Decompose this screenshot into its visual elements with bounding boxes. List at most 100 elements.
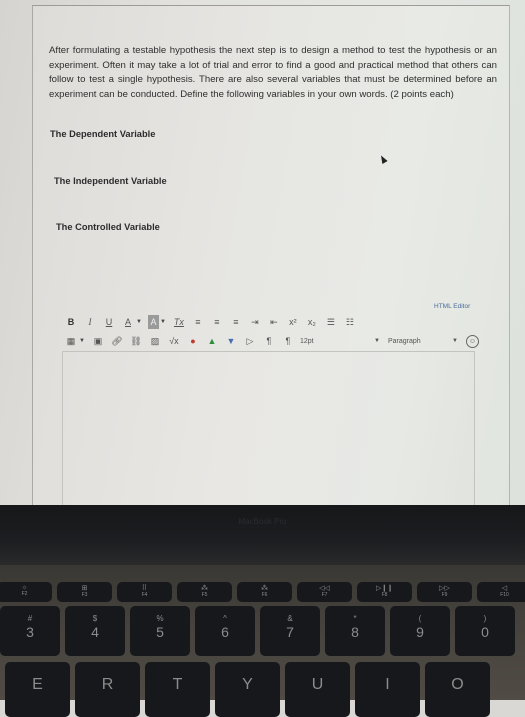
key-digit: 7 bbox=[286, 624, 294, 640]
bullet-list-icon[interactable]: ☰ bbox=[324, 315, 338, 329]
function-key-glyph-icon: ⁂ bbox=[261, 585, 268, 592]
function-key-f5[interactable]: ⁂ F5 bbox=[177, 582, 232, 602]
align-right-icon[interactable]: ≡ bbox=[229, 315, 243, 329]
key-digit: 9 bbox=[416, 624, 424, 640]
number-key-5[interactable]: % 5 bbox=[130, 606, 190, 656]
function-key-f9[interactable]: ▷▷ F9 bbox=[417, 582, 472, 602]
toolbar-row-2: ▦ ▼ ▣ 🔗︎ ⛓︎ ▨ √x ● ▲ ▼ ▷ ¶ ¶ 12pt ▼ Para… bbox=[64, 333, 479, 349]
equation-icon[interactable]: √x bbox=[167, 334, 181, 348]
background-color-dropdown-icon[interactable]: ▼ bbox=[160, 319, 166, 325]
video-icon[interactable]: ▷ bbox=[243, 334, 257, 348]
function-key-label: F3 bbox=[81, 592, 88, 598]
function-key-label: F9 bbox=[441, 592, 448, 598]
google-drive-icon[interactable]: ▲ bbox=[205, 334, 219, 348]
function-key-f7[interactable]: ◁◁ F7 bbox=[297, 582, 352, 602]
function-key-label: F10 bbox=[500, 592, 509, 598]
function-key-glyph-icon: ⊞ bbox=[81, 585, 88, 592]
function-key-label: F7 bbox=[321, 592, 328, 598]
function-key-label: F2 bbox=[21, 591, 28, 597]
rich-text-toolbar: B I U A ▼ A ▼ Tx ≡ ≡ ≡ ⇥ ⇤ x² x₂ ☰ ☷ ▦ ▼… bbox=[64, 314, 494, 354]
background-color-button[interactable]: A bbox=[147, 315, 159, 329]
subscript-button[interactable]: x₂ bbox=[305, 315, 319, 329]
key-shift-symbol: & bbox=[287, 614, 293, 623]
key-digit: 5 bbox=[156, 624, 164, 640]
key-digit: 4 bbox=[91, 624, 99, 640]
image-icon[interactable]: ▨ bbox=[148, 334, 162, 348]
link-icon[interactable]: 🔗︎ bbox=[110, 334, 124, 348]
underline-button[interactable]: U bbox=[102, 315, 116, 329]
table-icon[interactable]: ▦ bbox=[64, 334, 78, 348]
dependent-variable-label: The Dependent Variable bbox=[50, 129, 156, 139]
answer-editor-area[interactable] bbox=[62, 351, 475, 505]
block-format-select[interactable]: Paragraph ▼ bbox=[388, 338, 458, 345]
toolbar-row-1: B I U A ▼ A ▼ Tx ≡ ≡ ≡ ⇥ ⇤ x² x₂ ☰ ☷ bbox=[64, 314, 362, 330]
key-shift-symbol: ) bbox=[483, 614, 487, 623]
ltr-paragraph-icon[interactable]: ¶ bbox=[262, 334, 276, 348]
key-shift-symbol: ( bbox=[418, 614, 422, 623]
function-key-glyph-icon: ▷❙❙ bbox=[375, 585, 394, 592]
number-key-3[interactable]: #3 bbox=[0, 606, 60, 656]
independent-variable-label: The Independent Variable bbox=[54, 176, 167, 186]
function-key-glyph-icon: ☼ bbox=[21, 584, 28, 591]
letter-key-o[interactable]: O bbox=[425, 662, 490, 717]
key-shift-symbol: % bbox=[156, 614, 164, 623]
laptop-bezel bbox=[0, 505, 525, 565]
function-key-f4[interactable]: ⠿ F4 bbox=[117, 582, 172, 602]
function-key-label: F8 bbox=[381, 592, 388, 598]
bezel-brand-label: MacBook Pro bbox=[238, 517, 287, 526]
align-center-icon[interactable]: ≡ bbox=[210, 315, 224, 329]
letter-key-r[interactable]: R bbox=[75, 662, 140, 717]
letter-key-i[interactable]: I bbox=[355, 662, 420, 717]
function-key-f2[interactable]: ☼ F2 bbox=[0, 582, 52, 602]
superscript-button[interactable]: x² bbox=[286, 315, 300, 329]
numbered-list-icon[interactable]: ☷ bbox=[343, 315, 357, 329]
apps-icon[interactable]: ● bbox=[186, 334, 200, 348]
clear-formatting-button[interactable]: Tx bbox=[172, 315, 186, 329]
unlink-icon[interactable]: ⛓︎ bbox=[129, 334, 143, 348]
number-key-9[interactable]: (9 bbox=[390, 606, 450, 656]
function-key-label: F5 bbox=[201, 592, 208, 598]
key-shift-symbol: ^ bbox=[223, 614, 227, 623]
font-size-value: 12pt bbox=[299, 337, 314, 345]
function-key-f3[interactable]: ⊞ F3 bbox=[57, 582, 112, 602]
function-key-label: F4 bbox=[141, 592, 148, 598]
accessibility-checker-icon[interactable]: ☺ bbox=[465, 334, 479, 348]
number-key-7[interactable]: & 7 bbox=[260, 606, 320, 656]
function-key-f8[interactable]: ▷❙❙ F8 bbox=[357, 582, 412, 602]
vimeo-icon[interactable]: ▼ bbox=[224, 334, 238, 348]
number-key-6[interactable]: ^ 6 bbox=[195, 606, 255, 656]
key-digit: 3 bbox=[26, 624, 34, 640]
align-left-icon[interactable]: ≡ bbox=[191, 315, 205, 329]
function-key-glyph-icon: ⁂ bbox=[201, 585, 208, 592]
chevron-down-icon: ▼ bbox=[374, 338, 380, 344]
bold-button[interactable]: B bbox=[64, 315, 78, 329]
function-key-glyph-icon: ⠿ bbox=[141, 585, 148, 592]
indent-icon[interactable]: ⇥ bbox=[248, 315, 262, 329]
italic-button[interactable]: I bbox=[83, 315, 97, 329]
function-key-glyph-icon: ▷▷ bbox=[439, 585, 450, 592]
letter-key-t[interactable]: T bbox=[145, 662, 210, 717]
letter-key-y[interactable]: Y bbox=[215, 662, 280, 717]
media-embed-icon[interactable]: ▣ bbox=[91, 334, 105, 348]
letter-key-u[interactable]: U bbox=[285, 662, 350, 717]
number-key-0[interactable]: ) 0 bbox=[455, 606, 515, 656]
function-key-f10[interactable]: ◁ F10 bbox=[477, 582, 525, 602]
outdent-icon[interactable]: ⇤ bbox=[267, 315, 281, 329]
question-prompt: After formulating a testable hypothesis … bbox=[49, 45, 497, 100]
key-shift-symbol: # bbox=[27, 614, 33, 623]
key-digit: 6 bbox=[221, 624, 229, 640]
rtl-paragraph-icon[interactable]: ¶ bbox=[281, 334, 295, 348]
table-dropdown-icon[interactable]: ▼ bbox=[79, 338, 85, 344]
font-color-button[interactable]: A bbox=[121, 315, 135, 329]
function-key-glyph-icon: ◁ bbox=[501, 585, 508, 592]
font-size-select[interactable]: 12pt ▼ bbox=[300, 338, 380, 345]
font-color-dropdown-icon[interactable]: ▼ bbox=[136, 319, 142, 325]
key-digit: 8 bbox=[351, 624, 359, 640]
function-key-f6[interactable]: ⁂ F6 bbox=[237, 582, 292, 602]
letter-key-e[interactable]: E bbox=[5, 662, 70, 717]
number-key-4[interactable]: $4 bbox=[65, 606, 125, 656]
number-key-8[interactable]: * 8 bbox=[325, 606, 385, 656]
function-key-glyph-icon: ◁◁ bbox=[319, 585, 330, 592]
html-editor-link[interactable]: HTML Editor bbox=[434, 303, 470, 310]
screen: After formulating a testable hypothesis … bbox=[0, 0, 525, 505]
